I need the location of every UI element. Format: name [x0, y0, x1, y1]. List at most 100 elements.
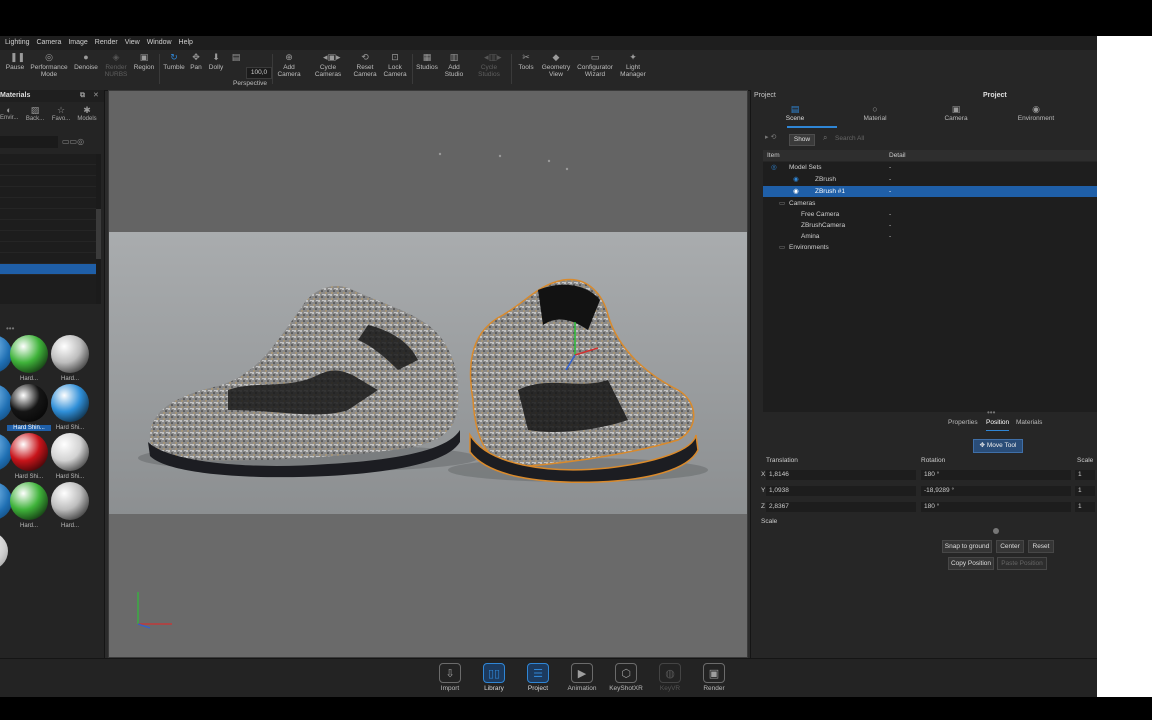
folder-row[interactable]: [0, 231, 96, 242]
material-swatch[interactable]: [10, 433, 48, 471]
lock-camera-button[interactable]: ⊡ Lock Camera: [380, 52, 410, 78]
menu-help[interactable]: Help: [179, 39, 193, 46]
folder-row[interactable]: [0, 165, 96, 176]
library-button[interactable]: ▯▯ Library: [476, 663, 512, 692]
tab-camera[interactable]: ▣ Camera: [926, 104, 986, 122]
center-button[interactable]: Center: [996, 540, 1024, 553]
eye-icon[interactable]: ◉: [793, 174, 799, 185]
folder-row[interactable]: [0, 198, 96, 209]
keyshotxr-button[interactable]: ⬡ KeyShotXR: [608, 663, 644, 692]
render-viewport[interactable]: [108, 90, 748, 658]
tab-material[interactable]: ○ Material: [845, 104, 905, 122]
tab-models[interactable]: ✱ Models: [74, 105, 100, 122]
tab-backplates[interactable]: ▨ Back...: [24, 105, 46, 122]
tree-item-cameras[interactable]: ▭ Cameras: [763, 198, 1097, 209]
reset-camera-button[interactable]: ⟲ Reset Camera: [350, 52, 380, 78]
snap-to-ground-button[interactable]: Snap to ground: [942, 540, 992, 553]
subtab-properties[interactable]: Properties: [948, 416, 978, 430]
import-button[interactable]: ⇩ Import: [432, 663, 468, 692]
material-swatch[interactable]: [10, 335, 48, 373]
menu-camera[interactable]: Camera: [36, 39, 61, 46]
rotation-x-field[interactable]: 180 °: [921, 470, 1071, 480]
denoise-button[interactable]: ● Denoise: [71, 52, 101, 71]
subtab-materials[interactable]: Materials: [1016, 416, 1042, 430]
tree-item-environments[interactable]: ▭ Environments: [763, 242, 1097, 253]
add-studio-button[interactable]: ▥ Add Studio: [440, 52, 468, 78]
region-button[interactable]: ▣ Region: [130, 52, 158, 71]
material-swatch[interactable]: [51, 384, 89, 422]
add-camera-button[interactable]: ⊕ Add Camera: [274, 52, 304, 78]
paste-position-button[interactable]: Paste Position: [997, 557, 1047, 570]
library-search-input[interactable]: [0, 136, 58, 148]
tree-item-zbrushcamera[interactable]: ZBrushCamera -: [763, 220, 1097, 231]
panel-resize-handle[interactable]: •••: [6, 324, 14, 333]
folder-row[interactable]: [0, 209, 96, 220]
show-button[interactable]: Show: [789, 134, 815, 146]
scale-y-field[interactable]: 1: [1075, 486, 1095, 496]
scale-slider-handle[interactable]: [993, 528, 999, 534]
folder-row[interactable]: [0, 220, 96, 231]
folder-row[interactable]: [0, 176, 96, 187]
scale-x-field[interactable]: 1: [1075, 470, 1095, 480]
search-input[interactable]: Search All: [835, 134, 864, 144]
menu-render[interactable]: Render: [95, 39, 118, 46]
tab-environment[interactable]: ◉ Environment: [1006, 104, 1066, 122]
folder-row[interactable]: [0, 253, 96, 264]
light-manager-button[interactable]: ✦ Light Manager: [616, 52, 650, 78]
reset-button[interactable]: Reset: [1028, 540, 1054, 553]
geometry-view-button[interactable]: ◆ Geometry View: [538, 52, 574, 78]
render-nurbs-button[interactable]: ◈ Render NURBS: [102, 52, 130, 78]
collapse-icon[interactable]: ▸ ⟲: [765, 133, 776, 141]
cycle-studios-button[interactable]: ◂▥▸ Cycle Studios: [470, 52, 508, 78]
material-swatch[interactable]: [51, 433, 89, 471]
folder-row-selected[interactable]: [0, 264, 96, 275]
project-button[interactable]: ☰ Project: [520, 663, 556, 692]
tree-item-zbrush[interactable]: ◉ ZBrush -: [763, 174, 1097, 185]
menu-lighting[interactable]: Lighting: [5, 39, 30, 46]
perspective-toggle[interactable]: ▤: [228, 52, 244, 64]
tree-item-amina[interactable]: Amina -: [763, 231, 1097, 242]
folder-row[interactable]: [0, 154, 96, 165]
render-button[interactable]: ▣ Render: [696, 663, 732, 692]
performance-mode-button[interactable]: ◎ Performance Mode: [28, 52, 70, 78]
rotation-z-field[interactable]: 180 °: [921, 502, 1071, 512]
folder-scrollbar[interactable]: [96, 154, 101, 304]
material-swatch[interactable]: [51, 482, 89, 520]
material-swatch[interactable]: [10, 482, 48, 520]
rotation-y-field[interactable]: -18,9289 °: [921, 486, 1071, 496]
dolly-button[interactable]: ⬇ Dolly: [205, 52, 227, 71]
copy-position-button[interactable]: Copy Position: [948, 557, 994, 570]
scale-z-field[interactable]: 1: [1075, 502, 1095, 512]
translation-y-field[interactable]: 1,0938: [766, 486, 916, 496]
tree-item-zbrush-1[interactable]: ◉ ZBrush #1-: [763, 186, 1097, 197]
pause-button[interactable]: ❚❚ Pause: [2, 52, 28, 71]
menu-view[interactable]: View: [125, 39, 140, 46]
animation-button[interactable]: ▶ Animation: [564, 663, 600, 692]
tab-environments[interactable]: ◐ Envir...: [0, 105, 18, 121]
move-tool-button[interactable]: ✥ Move Tool: [973, 439, 1023, 453]
translation-x-field[interactable]: 1,8146: [766, 470, 916, 480]
material-swatch[interactable]: [10, 384, 48, 422]
subtab-position[interactable]: Position: [986, 416, 1010, 431]
menu-window[interactable]: Window: [147, 39, 172, 46]
menu-image[interactable]: Image: [68, 39, 87, 46]
tree-item-free-camera[interactable]: Free Camera -: [763, 209, 1097, 220]
keyvr-button[interactable]: ◍ KeyVR: [652, 663, 688, 692]
tree-item-model-sets[interactable]: ◎ Model Sets -: [763, 162, 1097, 173]
close-icon[interactable]: ✕: [93, 90, 99, 102]
folder-row[interactable]: [0, 242, 96, 253]
tools-button[interactable]: ✂ Tools: [514, 52, 538, 71]
tumble-button[interactable]: ↻ Tumble: [161, 52, 187, 71]
tab-scene[interactable]: ▤ Scene: [765, 104, 825, 122]
perspective-value-field[interactable]: 100,0: [246, 67, 272, 79]
cycle-cameras-button[interactable]: ◂▣▸ Cycle Cameras: [308, 52, 348, 78]
material-swatch[interactable]: [51, 335, 89, 373]
tab-favorites[interactable]: ☆ Favo...: [50, 105, 72, 122]
pan-button[interactable]: ✥ Pan: [187, 52, 205, 71]
studios-button[interactable]: ▦ Studios: [414, 52, 440, 71]
translation-z-field[interactable]: 2,8367: [766, 502, 916, 512]
material-swatch[interactable]: [0, 532, 8, 570]
configurator-wizard-button[interactable]: ▭ Configurator Wizard: [574, 52, 616, 78]
undock-icon[interactable]: ⧉: [80, 90, 85, 102]
eye-icon[interactable]: ◉: [793, 186, 799, 197]
